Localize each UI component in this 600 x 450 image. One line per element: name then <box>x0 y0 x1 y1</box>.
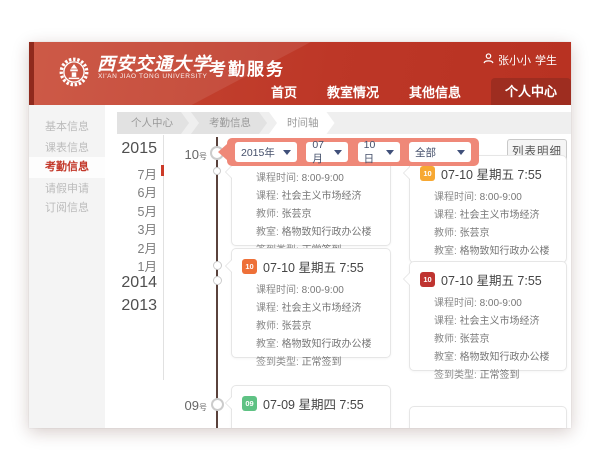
field-row: 教师: 张芸京 <box>256 206 382 224</box>
breadcrumb-attendance-info[interactable]: 考勤信息 <box>191 112 267 134</box>
service-title: 考勤服务 <box>209 55 285 80</box>
card-title: 07-10 星期五 7:55 <box>263 257 364 276</box>
sidebar-item-subscription[interactable]: 订阅信息 <box>29 198 105 218</box>
timeline-nav-jan[interactable]: 1月 <box>115 256 157 275</box>
sidebar: 基本信息 课表信息 考勤信息 请假申请 订阅信息 <box>29 105 105 428</box>
calendar-icon: 09 <box>242 396 257 411</box>
timeline-nav-2014[interactable]: 2014 <box>115 274 157 292</box>
timeline-nav-feb[interactable]: 2月 <box>115 238 157 257</box>
type-select[interactable]: 全部 <box>409 142 471 162</box>
chevron-down-icon <box>386 150 394 155</box>
field-row: 教师: 张芸京 <box>434 331 558 349</box>
field-row: 课程时间: 8:00-9:00 <box>256 282 382 300</box>
card-title: 07-10 星期五 7:55 <box>441 164 542 183</box>
card-title: 07-09 星期四 7:55 <box>263 394 364 413</box>
attendance-card[interactable]: 10 07-10 星期五 7:55 课程时间: 8:00-9:00 课程: 社会… <box>409 261 567 371</box>
user-name: 张小小 <box>498 52 531 68</box>
timeline-nav-2013[interactable]: 2013 <box>115 297 157 315</box>
field-row: 教室: 格物致知行政办公楼 <box>434 349 558 367</box>
field-row: 教室: 格物致知行政办公楼 <box>256 224 382 242</box>
timeline-nav-2015[interactable]: 2015 <box>115 140 157 158</box>
calendar-icon: 10 <box>242 259 257 274</box>
field-row: 课程时间: 8:00-9:00 <box>434 189 558 207</box>
field-row: 签到类型: 正常签到 <box>256 354 382 372</box>
current-month-tick <box>161 165 164 176</box>
app-header: 西安交通大学 XI'AN JIAO TONG UNIVERSITY 考勤服务 张… <box>29 42 571 105</box>
screenshot-canvas: 西安交通大学 XI'AN JIAO TONG UNIVERSITY 考勤服务 张… <box>0 0 600 450</box>
timeline-node <box>213 261 222 270</box>
app-window: 西安交通大学 XI'AN JIAO TONG UNIVERSITY 考勤服务 张… <box>29 42 571 428</box>
main-nav: 首页 教室情况 其他信息 个人中心 <box>271 78 571 105</box>
timeline-node <box>213 276 222 285</box>
chevron-down-icon <box>457 150 465 155</box>
sidebar-item-leave-request[interactable]: 请假申请 <box>29 179 105 199</box>
header-left-stripe <box>29 42 34 105</box>
day-marker-10[interactable]: 10号 <box>173 146 207 164</box>
field-row: 教室: 格物致知行政办公楼 <box>434 243 558 261</box>
field-row: 课程: 社会主义市场经济 <box>434 313 558 331</box>
filter-bar: 2015年 07月 10日 全部 <box>227 138 479 166</box>
timeline-nav-may[interactable]: 5月 <box>115 201 157 220</box>
card-title: 07-10 星期五 7:55 <box>441 270 542 289</box>
timeline-nav-jul-current[interactable]: 7月 <box>115 164 157 183</box>
user-info[interactable]: 张小小 学生 <box>483 52 557 68</box>
attendance-card[interactable]: 课程时间: 8:00-9:00 课程: 社会主义市场经济 教师: 张芸京 教室:… <box>231 160 391 246</box>
year-select[interactable]: 2015年 <box>235 142 297 162</box>
field-row: 课程时间: 8:00-9:00 <box>256 170 382 188</box>
breadcrumb-personal-center[interactable]: 个人中心 <box>117 112 189 134</box>
field-row: 教师: 张芸京 <box>434 225 558 243</box>
person-icon <box>483 53 494 67</box>
sidebar-item-timetable[interactable]: 课表信息 <box>29 138 105 158</box>
chevron-down-icon <box>283 150 291 155</box>
nav-item-other-info[interactable]: 其他信息 <box>409 82 461 101</box>
university-name-en: XI'AN JIAO TONG UNIVERSITY <box>98 73 207 80</box>
university-gear-logo-icon <box>59 57 89 87</box>
field-row: 签到类型: 正常签到 <box>434 367 558 385</box>
timeline-nav-mar[interactable]: 3月 <box>115 219 157 238</box>
nav-item-classrooms[interactable]: 教室情况 <box>327 82 379 101</box>
attendance-card[interactable]: 10 07-10 星期五 7:55 课程时间: 8:00-9:00 课程: 社会… <box>409 155 567 263</box>
content-area: 基本信息 课表信息 考勤信息 请假申请 订阅信息 个人中心 考勤信息 时间轴 2… <box>29 105 571 428</box>
nav-item-home[interactable]: 首页 <box>271 82 297 101</box>
field-row: 课程: 社会主义市场经济 <box>434 207 558 225</box>
day-select[interactable]: 10日 <box>358 142 400 162</box>
month-select[interactable]: 07月 <box>306 142 348 162</box>
sidebar-item-basic-info[interactable]: 基本信息 <box>29 117 105 137</box>
timeline-node-day09[interactable] <box>211 398 224 411</box>
chevron-down-icon <box>334 150 342 155</box>
sidebar-item-attendance-active[interactable]: 考勤信息 <box>29 157 105 178</box>
calendar-icon: 10 <box>420 166 435 181</box>
timeline-nav-jun[interactable]: 6月 <box>115 182 157 201</box>
attendance-card[interactable]: 09 07-09 星期四 7:55 <box>231 385 391 428</box>
nav-item-personal-center-active[interactable]: 个人中心 <box>491 78 571 105</box>
day-marker-09[interactable]: 09号 <box>173 397 207 415</box>
user-role: 学生 <box>535 52 557 68</box>
calendar-icon: 10 <box>420 272 435 287</box>
attendance-card[interactable]: 10 07-10 星期五 7:55 课程时间: 8:00-9:00 课程: 社会… <box>231 248 391 358</box>
breadcrumb: 个人中心 考勤信息 时间轴 <box>117 112 571 134</box>
field-row: 教师: 张芸京 <box>256 318 382 336</box>
field-row: 课程: 社会主义市场经济 <box>256 300 382 318</box>
field-row: 教室: 格物致知行政办公楼 <box>256 336 382 354</box>
field-row: 课程: 社会主义市场经济 <box>256 188 382 206</box>
breadcrumb-timeline-current[interactable]: 时间轴 <box>269 112 335 134</box>
attendance-card-clipped[interactable] <box>409 406 567 428</box>
timeline-node <box>213 167 221 175</box>
field-row: 课程时间: 8:00-9:00 <box>434 295 558 313</box>
